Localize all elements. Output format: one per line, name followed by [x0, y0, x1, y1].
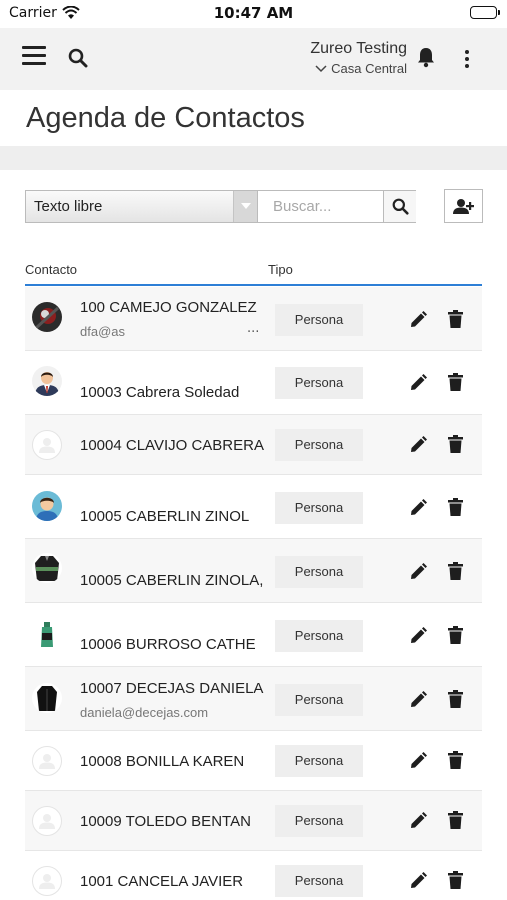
filter-bar: Texto libre: [25, 190, 416, 223]
search-icon: [392, 198, 409, 215]
contact-name: 10005 CABERLIN ZINOLA,: [80, 572, 264, 589]
avatar: [32, 366, 62, 396]
status-bar: Carrier 10:47 AM: [0, 0, 507, 28]
kebab-icon[interactable]: [465, 50, 469, 71]
avatar: [32, 619, 62, 649]
trash-icon[interactable]: [448, 435, 463, 457]
trash-icon[interactable]: [448, 498, 463, 520]
battery-icon: [470, 6, 500, 19]
table-row[interactable]: 10008 BONILLA KAREN Persona: [25, 731, 482, 791]
more-text: ...: [247, 321, 260, 336]
table-row[interactable]: 10003 Cabrera Soledad Persona: [25, 351, 482, 415]
pencil-icon[interactable]: [410, 872, 427, 893]
contact-name: 10008 BONILLA KAREN: [80, 753, 245, 770]
add-user-icon: [453, 199, 474, 214]
type-badge: Persona: [275, 429, 363, 461]
avatar: [32, 430, 62, 460]
pencil-icon[interactable]: [410, 499, 427, 520]
divider-band: [0, 146, 507, 170]
table-row[interactable]: 10005 CABERLIN ZINOL Persona: [25, 475, 482, 539]
type-badge: Persona: [275, 620, 363, 652]
pencil-icon[interactable]: [410, 563, 427, 584]
hamburger-icon[interactable]: [22, 46, 46, 68]
trash-icon[interactable]: [448, 811, 463, 833]
pencil-icon[interactable]: [410, 752, 427, 773]
pencil-icon[interactable]: [410, 691, 427, 712]
table-row[interactable]: 10009 TOLEDO BENTAN Persona: [25, 791, 482, 851]
table-row[interactable]: 100 CAMEJO GONZALEZ dfa@as ... Persona: [25, 287, 482, 351]
search-input[interactable]: [259, 191, 383, 222]
filter-type-value: Texto libre: [34, 198, 103, 215]
type-badge: Persona: [275, 865, 363, 897]
contact-name: 10003 Cabrera Soledad: [80, 384, 240, 401]
contact-name: 10005 CABERLIN ZINOL: [80, 508, 250, 525]
trash-icon[interactable]: [448, 871, 463, 893]
trash-icon[interactable]: [448, 751, 463, 773]
clock: 10:47 AM: [213, 4, 294, 22]
pencil-icon[interactable]: [410, 812, 427, 833]
add-contact-button[interactable]: [444, 189, 483, 223]
pencil-icon[interactable]: [410, 627, 427, 648]
type-badge: Persona: [275, 492, 363, 524]
avatar: [32, 491, 62, 521]
search-icon[interactable]: [68, 48, 88, 72]
filter-type-select[interactable]: Texto libre: [26, 191, 258, 222]
contact-name: 10004 CLAVIJO CABRERA: [80, 437, 264, 454]
page-title: Agenda de Contactos: [26, 102, 305, 134]
branch-label: Casa Central: [331, 61, 407, 76]
type-badge: Persona: [275, 367, 363, 399]
trash-icon[interactable]: [448, 690, 463, 712]
type-badge: Persona: [275, 556, 363, 588]
title-area: Agenda de Contactos: [0, 90, 507, 146]
app-bar: Zureo Testing Casa Central: [0, 28, 507, 90]
contact-name: 10007 DECEJAS DANIELA: [80, 680, 264, 697]
type-badge: Persona: [275, 745, 363, 777]
avatar: [32, 746, 62, 776]
type-badge: Persona: [275, 304, 363, 336]
avatar: [32, 302, 62, 332]
table-row[interactable]: 1001 CANCELA JAVIER Persona: [25, 851, 482, 900]
trash-icon[interactable]: [448, 373, 463, 395]
pencil-icon[interactable]: [410, 436, 427, 457]
contact-list: 100 CAMEJO GONZALEZ dfa@as ... Persona 1…: [25, 287, 482, 900]
type-badge: Persona: [275, 684, 363, 716]
bell-icon[interactable]: [416, 46, 436, 72]
contact-name: 10006 BURROSO CATHE: [80, 636, 256, 653]
type-badge: Persona: [275, 805, 363, 837]
column-type: Tipo: [268, 262, 293, 277]
contact-name: 100 CAMEJO GONZALEZ: [80, 299, 257, 316]
avatar: [32, 866, 62, 896]
trash-icon[interactable]: [448, 562, 463, 584]
search-button[interactable]: [383, 191, 416, 222]
table-row[interactable]: 10004 CLAVIJO CABRERA Persona: [25, 415, 482, 475]
pencil-icon[interactable]: [410, 374, 427, 395]
branch-selector[interactable]: Casa Central: [315, 61, 407, 76]
avatar: [32, 683, 62, 713]
contact-name: 10009 TOLEDO BENTAN: [80, 813, 251, 830]
contact-email: daniela@decejas.com: [80, 705, 209, 720]
pencil-icon[interactable]: [410, 311, 427, 332]
avatar: [32, 806, 62, 836]
table-row[interactable]: 10005 CABERLIN ZINOLA, Persona: [25, 539, 482, 603]
table-header: Contacto Tipo: [25, 260, 482, 286]
trash-icon[interactable]: [448, 626, 463, 648]
column-contact: Contacto: [25, 262, 78, 277]
table-row[interactable]: 10007 DECEJAS DANIELA daniela@decejas.co…: [25, 667, 482, 731]
dropdown-arrow-icon[interactable]: [233, 191, 257, 222]
company-name[interactable]: Zureo Testing: [310, 40, 407, 58]
table-row[interactable]: 10006 BURROSO CATHE Persona: [25, 603, 482, 667]
contact-name: 1001 CANCELA JAVIER: [80, 873, 244, 890]
chevron-down-icon: [315, 61, 327, 76]
trash-icon[interactable]: [448, 310, 463, 332]
avatar: [32, 553, 62, 583]
contact-email: dfa@as: [80, 324, 125, 339]
